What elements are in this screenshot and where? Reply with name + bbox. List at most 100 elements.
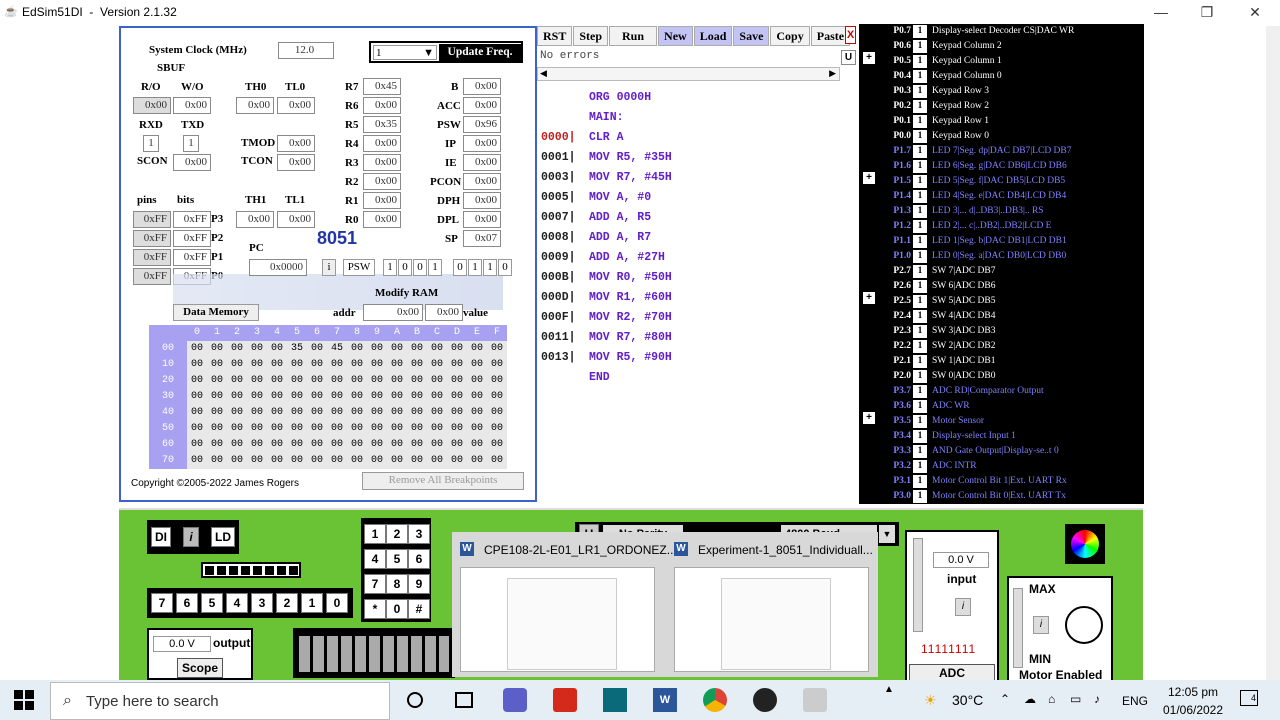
update-freq-select[interactable]: 1 ▼ <box>373 45 437 60</box>
code-line[interactable]: 000B| MOV R0, #50H <box>541 268 672 288</box>
pin-value-toggle[interactable]: 1 <box>913 235 927 248</box>
code-line[interactable]: END <box>541 368 610 388</box>
onedrive-icon[interactable]: ☁ <box>1024 692 1036 706</box>
memory-cell[interactable]: 00 <box>407 437 427 453</box>
code-line[interactable]: 0001| MOV R5, #35H <box>541 148 672 168</box>
memory-cell[interactable]: 00 <box>367 453 387 469</box>
memory-cell[interactable]: 00 <box>447 453 467 469</box>
clock-date[interactable]: 01/06/2022 <box>1157 703 1229 717</box>
code-address[interactable]: 000B| <box>541 268 589 288</box>
code-address[interactable]: 0009| <box>541 248 589 268</box>
step-button[interactable]: Step <box>573 26 609 46</box>
memory-cell[interactable]: 00 <box>187 357 207 373</box>
memory-cell[interactable]: 00 <box>367 373 387 389</box>
memory-cell[interactable]: 00 <box>467 341 487 357</box>
memory-cell[interactable]: 00 <box>447 405 467 421</box>
preview-thumbnail-left[interactable] <box>460 567 655 672</box>
memory-cell[interactable]: 00 <box>347 357 367 373</box>
switch-2[interactable]: 2 <box>276 593 298 613</box>
code-line[interactable]: ORG 0000H <box>541 88 651 108</box>
memory-cell[interactable]: 00 <box>307 437 327 453</box>
tl1-field[interactable]: 0x00 <box>277 211 315 228</box>
memory-cell[interactable]: 00 <box>407 389 427 405</box>
task-view-icon[interactable] <box>455 692 473 708</box>
pin-value-toggle[interactable]: 1 <box>913 475 927 488</box>
memory-cell[interactable]: 00 <box>427 421 447 437</box>
pin-value-toggle[interactable]: 1 <box>913 280 927 293</box>
memory-cell[interactable]: 00 <box>387 437 407 453</box>
memory-cell[interactable]: 00 <box>287 373 307 389</box>
pc-info-button[interactable]: i <box>322 259 336 276</box>
memory-cell[interactable]: 00 <box>407 421 427 437</box>
memory-cell[interactable]: 00 <box>207 373 227 389</box>
memory-cell[interactable]: 00 <box>387 405 407 421</box>
memory-cell[interactable]: 00 <box>347 437 367 453</box>
di-button[interactable]: DI <box>151 527 171 547</box>
pin-value-toggle[interactable]: 1 <box>913 25 927 38</box>
psw-bit-ac[interactable]: 0 <box>398 259 412 276</box>
memory-cell[interactable]: 00 <box>367 405 387 421</box>
notification-icon[interactable]: 4 <box>1240 690 1258 706</box>
code-line[interactable]: MAIN: <box>541 108 624 128</box>
memory-cell[interactable]: 00 <box>247 341 267 357</box>
memory-cell[interactable]: 00 <box>247 405 267 421</box>
memory-cell[interactable]: 00 <box>187 405 207 421</box>
memory-cell[interactable]: 00 <box>407 373 427 389</box>
memory-cell[interactable]: 00 <box>247 389 267 405</box>
memory-cell[interactable]: 00 <box>367 341 387 357</box>
close-icon[interactable]: X <box>845 26 856 44</box>
th1-field[interactable]: 0x00 <box>236 211 274 228</box>
pin-value-toggle[interactable]: 1 <box>913 310 927 323</box>
word-icon[interactable]: W <box>653 688 677 712</box>
memory-cell[interactable]: 00 <box>487 405 507 421</box>
pin-value-toggle[interactable]: 1 <box>913 250 927 263</box>
memory-cell[interactable]: 00 <box>187 421 207 437</box>
memory-cell[interactable]: 00 <box>267 373 287 389</box>
ram-value-field[interactable]: 0x00 <box>425 304 463 321</box>
memory-cell[interactable]: 00 <box>287 453 307 469</box>
memory-cell[interactable]: 00 <box>227 341 247 357</box>
code-address[interactable]: 000D| <box>541 288 589 308</box>
memory-cell[interactable]: 00 <box>247 453 267 469</box>
taskbar-search[interactable]: ⌕ Type here to search <box>50 682 390 720</box>
acrobat-icon[interactable] <box>553 688 577 712</box>
load-button[interactable]: Load <box>693 26 733 46</box>
switch-4[interactable]: 4 <box>226 593 248 613</box>
memory-cell[interactable]: 00 <box>327 357 347 373</box>
minimize-button[interactable]: — <box>1138 0 1184 24</box>
memory-cell[interactable]: 00 <box>287 357 307 373</box>
memory-cell[interactable]: 00 <box>407 357 427 373</box>
memory-cell[interactable]: 35 <box>287 341 307 357</box>
memory-cell[interactable]: 00 <box>227 437 247 453</box>
close-button[interactable]: ✕ <box>1232 0 1278 24</box>
r7-field[interactable]: 0x45 <box>363 78 401 95</box>
app-icon-2[interactable] <box>753 688 777 712</box>
code-address[interactable]: 000F| <box>541 308 589 328</box>
memory-cell[interactable]: 00 <box>307 405 327 421</box>
memory-cell[interactable]: 00 <box>207 389 227 405</box>
memory-cell[interactable]: 00 <box>227 453 247 469</box>
pin-value-toggle[interactable]: 1 <box>913 205 927 218</box>
memory-cell[interactable]: 00 <box>467 437 487 453</box>
code-line[interactable]: 0003| MOV R7, #45H <box>541 168 672 188</box>
ld-button[interactable]: LD <box>211 527 235 547</box>
pin-value-toggle[interactable]: 1 <box>913 460 927 473</box>
memory-cell[interactable]: 00 <box>387 389 407 405</box>
pin-value-toggle[interactable]: 1 <box>913 325 927 338</box>
code-line[interactable]: 0007| ADD A, R5 <box>541 208 651 228</box>
memory-cell[interactable]: 00 <box>387 341 407 357</box>
memory-cell[interactable]: 00 <box>287 437 307 453</box>
pin-value-toggle[interactable]: 1 <box>913 295 927 308</box>
code-line[interactable]: 0000| CLR A <box>541 128 624 148</box>
preview-title-left[interactable]: CPE108-2L-E01_LR1_ORDONEZ... <box>484 543 677 557</box>
pin-value-toggle[interactable]: 1 <box>913 130 927 143</box>
code-address[interactable]: 0003| <box>541 168 589 188</box>
code-line[interactable]: 000D| MOV R1, #60H <box>541 288 672 308</box>
new-button[interactable]: New <box>658 26 693 46</box>
rxd-field[interactable]: 1 <box>143 135 159 152</box>
key-8[interactable]: 8 <box>386 574 408 594</box>
code-line[interactable]: 0013| MOV R5, #90H <box>541 348 672 368</box>
memory-cell[interactable]: 00 <box>327 437 347 453</box>
memory-cell[interactable]: 00 <box>347 405 367 421</box>
r3-field[interactable]: 0x00 <box>363 154 401 171</box>
